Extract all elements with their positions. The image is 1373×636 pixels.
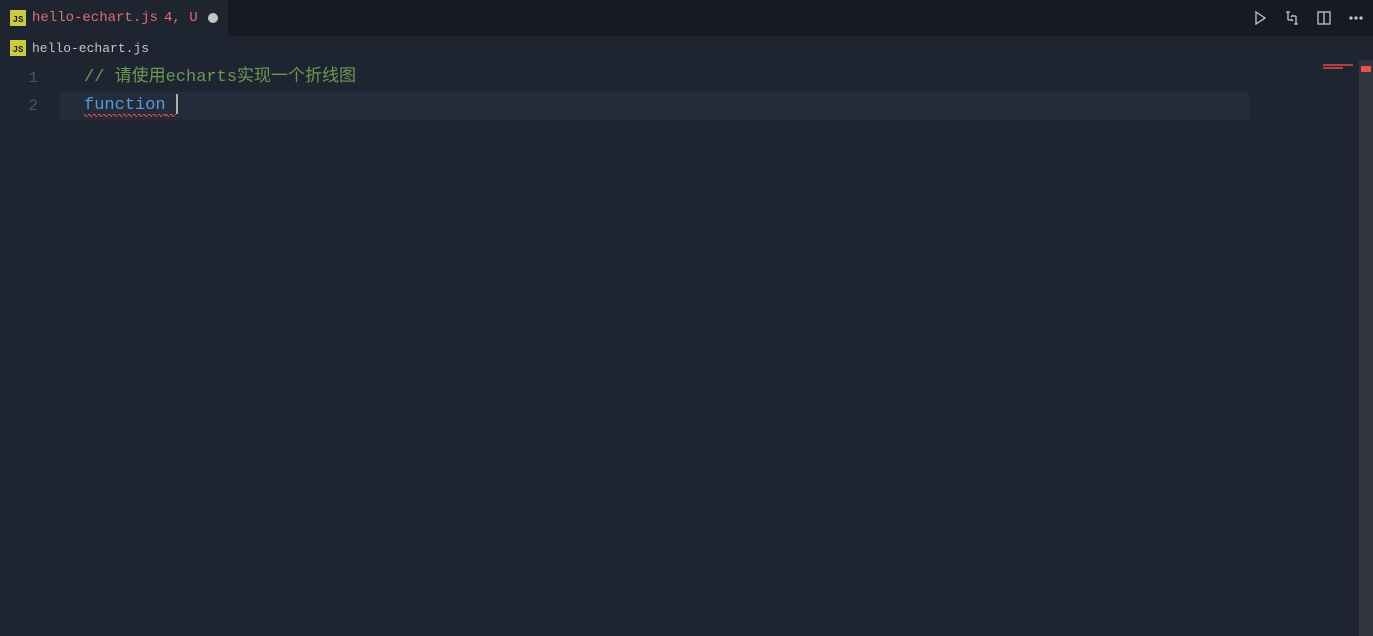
line-number: 1 (0, 64, 38, 92)
js-file-icon: JS (10, 40, 26, 56)
tab-status: 4, U (164, 10, 198, 26)
token-keyword: function (84, 96, 166, 115)
editor-area[interactable]: 1 2 // 请使用echarts实现一个折线图 function (0, 60, 1373, 636)
breadcrumb-bar: JS hello-echart.js (0, 36, 1373, 60)
tab-active[interactable]: JS hello-echart.js 4, U (0, 0, 228, 36)
token-comment: // (84, 68, 115, 87)
active-line-highlight (60, 92, 1249, 120)
tab-dirty-indicator (208, 13, 218, 23)
line-number-gutter: 1 2 (0, 60, 60, 636)
text-cursor (176, 94, 178, 114)
tab-actions (1251, 0, 1365, 36)
vertical-scrollbar[interactable] (1359, 60, 1373, 636)
line-number: 2 (0, 92, 38, 120)
minimap[interactable] (1249, 60, 1359, 636)
breadcrumb-filename[interactable]: hello-echart.js (32, 41, 149, 56)
token-comment: 请使用echarts实现一个折线图 (115, 68, 356, 87)
code-content[interactable]: // 请使用echarts实现一个折线图 function (60, 60, 1249, 636)
scrollbar-slider[interactable] (1359, 60, 1373, 636)
more-actions-icon[interactable] (1347, 9, 1365, 27)
tab-bar: JS hello-echart.js 4, U (0, 0, 1373, 36)
scrollbar-error-tick (1361, 66, 1371, 72)
minimap-error-marks (1323, 64, 1353, 68)
error-squiggle (166, 96, 176, 115)
split-editor-icon[interactable] (1315, 9, 1333, 27)
js-file-icon: JS (10, 10, 26, 26)
diff-compare-icon[interactable] (1283, 9, 1301, 27)
tab-filename: hello-echart.js (32, 10, 158, 26)
run-icon[interactable] (1251, 9, 1269, 27)
code-line[interactable]: // 请使用echarts实现一个折线图 (60, 64, 1249, 92)
